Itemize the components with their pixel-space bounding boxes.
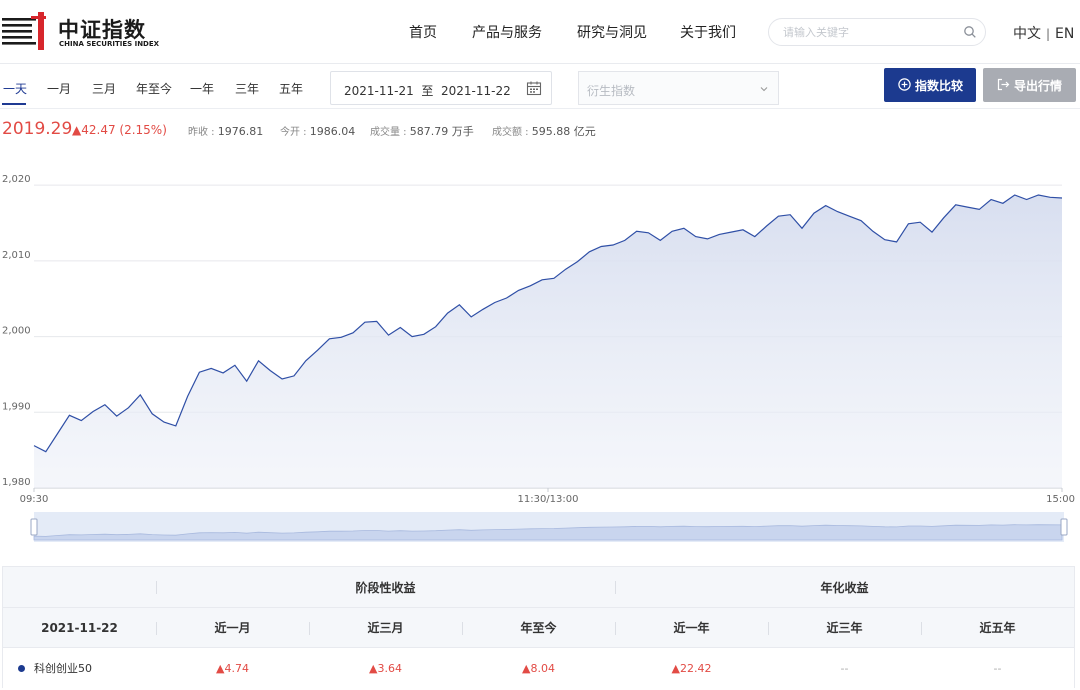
return-1m: ▲4.74 xyxy=(216,661,249,675)
header-1y: 近一年 xyxy=(673,621,710,635)
x-tick-label: 09:30 xyxy=(20,494,49,505)
active-tab-underline xyxy=(2,103,26,105)
turnover-value: 595.88 亿元 xyxy=(531,125,596,138)
index-change: ▲42.47 (2.15%) xyxy=(72,123,167,137)
compare-index-label: 指数比较 xyxy=(915,79,964,93)
chevron-down-icon xyxy=(760,87,768,92)
header-1m: 近一月 xyxy=(214,621,251,635)
range-tab-5y[interactable]: 五年 xyxy=(279,80,303,97)
range-tab-3m[interactable]: 三月 xyxy=(92,80,116,97)
index-name: 科创创业50 xyxy=(34,662,92,675)
intraday-chart[interactable]: 1,980 1,990 2,000 2,010 2,020 09:30 11:30/13:… xyxy=(0,158,1080,550)
return-5y: -- xyxy=(993,661,1002,675)
y-tick-label: 2,020 xyxy=(2,174,31,185)
calendar-icon[interactable] xyxy=(526,80,542,96)
header-3m: 近三月 xyxy=(367,621,404,635)
compare-index-button[interactable]: 指数比较 xyxy=(884,68,976,102)
x-tick-label: 11:30/13:00 xyxy=(517,494,578,505)
open-label: 今开 : xyxy=(280,127,310,138)
site-header: 中证指数 CHINA SECURITIES INDEX 首页 产品与服务 研究与… xyxy=(0,0,1080,64)
language-switch: 中文 | EN xyxy=(1013,23,1074,43)
header-ytd: 年至今 xyxy=(520,621,557,635)
series-area xyxy=(34,195,1062,488)
table-column-header: 2021-11-22 近一月 近三月 年至今 近一年 近三年 近五年 xyxy=(3,607,1074,647)
x-tick-label: 15:00 xyxy=(1046,494,1075,505)
lang-en-link[interactable]: EN xyxy=(1055,26,1074,42)
return-ytd: ▲8.04 xyxy=(522,661,555,675)
open-stat: 今开 : 1986.04 xyxy=(280,123,355,138)
series-dot xyxy=(18,664,25,672)
volume-label: 成交量 : xyxy=(370,127,410,138)
group-stage-returns: 阶段性收益 xyxy=(355,580,416,595)
prev-close-stat: 昨收 : 1976.81 xyxy=(188,123,263,138)
toolbar-divider xyxy=(0,108,1080,109)
return-3m: ▲3.64 xyxy=(369,661,402,675)
navigator-left-handle[interactable] xyxy=(30,518,38,536)
header-date: 2021-11-22 xyxy=(41,620,118,635)
return-3y: -- xyxy=(840,661,849,675)
y-tick-label: 2,010 xyxy=(2,250,31,261)
nav-home[interactable]: 首页 xyxy=(409,22,437,42)
lang-separator: | xyxy=(1046,27,1051,41)
plus-circle-icon xyxy=(898,78,911,91)
lang-cn-link[interactable]: 中文 xyxy=(1013,26,1041,42)
search-icon[interactable] xyxy=(963,25,977,39)
export-icon xyxy=(997,78,1010,91)
nav-about[interactable]: 关于我们 xyxy=(680,22,736,42)
volume-stat: 成交量 : 587.79 万手 xyxy=(370,123,474,139)
x-axis: 09:30 11:30/13:00 15:00 xyxy=(20,488,1075,505)
search-box xyxy=(768,18,986,46)
table-group-header: 阶段性收益 年化收益 xyxy=(3,567,1074,607)
y-tick-label: 2,000 xyxy=(2,326,31,337)
export-quotes-label: 导出行情 xyxy=(1014,79,1063,93)
index-price: 2019.29 xyxy=(2,119,73,139)
group-annual-returns: 年化收益 xyxy=(820,580,869,595)
performance-table: 阶段性收益 年化收益 2021-11-22 近一月 近三月 年至今 近一年 近三… xyxy=(2,566,1075,688)
export-quotes-button[interactable]: 导出行情 xyxy=(983,68,1076,102)
index-name-cell: 科创创业50 xyxy=(3,648,156,688)
range-tab-1d[interactable]: 一天 xyxy=(3,80,27,97)
search-input[interactable] xyxy=(783,24,953,40)
date-range-text: 2021-11-21 至 2021-11-22 xyxy=(344,84,511,98)
range-tab-ytd[interactable]: 年至今 xyxy=(136,80,172,97)
y-tick-label: 1,980 xyxy=(2,477,31,488)
header-5y: 近五年 xyxy=(979,621,1016,635)
range-tab-3y[interactable]: 三年 xyxy=(235,80,259,97)
table-row[interactable]: 科创创业50 ▲4.74 ▲3.64 ▲8.04 ▲22.42 -- -- xyxy=(3,647,1074,688)
volume-value: 587.79 万手 xyxy=(409,125,474,138)
range-tab-1y[interactable]: 一年 xyxy=(190,80,214,97)
logo-text-en: CHINA SECURITIES INDEX xyxy=(59,40,160,48)
derivative-index-select[interactable]: 衍生指数 xyxy=(578,71,779,105)
navigator-right-handle[interactable] xyxy=(1060,518,1068,536)
date-range-picker[interactable]: 2021-11-21 至 2021-11-22 xyxy=(330,71,552,105)
prev-close-label: 昨收 : xyxy=(188,127,218,138)
header-3y: 近三年 xyxy=(826,621,863,635)
y-axis: 1,980 1,990 2,000 2,010 2,020 xyxy=(2,174,31,488)
site-logo[interactable]: 中证指数 CHINA SECURITIES INDEX xyxy=(2,12,162,52)
nav-products[interactable]: 产品与服务 xyxy=(472,22,542,42)
open-value: 1986.04 xyxy=(309,125,356,138)
prev-close-value: 1976.81 xyxy=(217,125,264,138)
y-tick-label: 1,990 xyxy=(2,401,31,412)
return-1y: ▲22.42 xyxy=(671,661,712,675)
derivative-index-placeholder: 衍生指数 xyxy=(587,84,636,98)
turnover-label: 成交额 : xyxy=(492,127,532,138)
range-tab-1m[interactable]: 一月 xyxy=(47,80,71,97)
logo-mark-icon xyxy=(2,12,46,50)
nav-research[interactable]: 研究与洞见 xyxy=(577,22,647,42)
turnover-stat: 成交额 : 595.88 亿元 xyxy=(492,123,596,139)
